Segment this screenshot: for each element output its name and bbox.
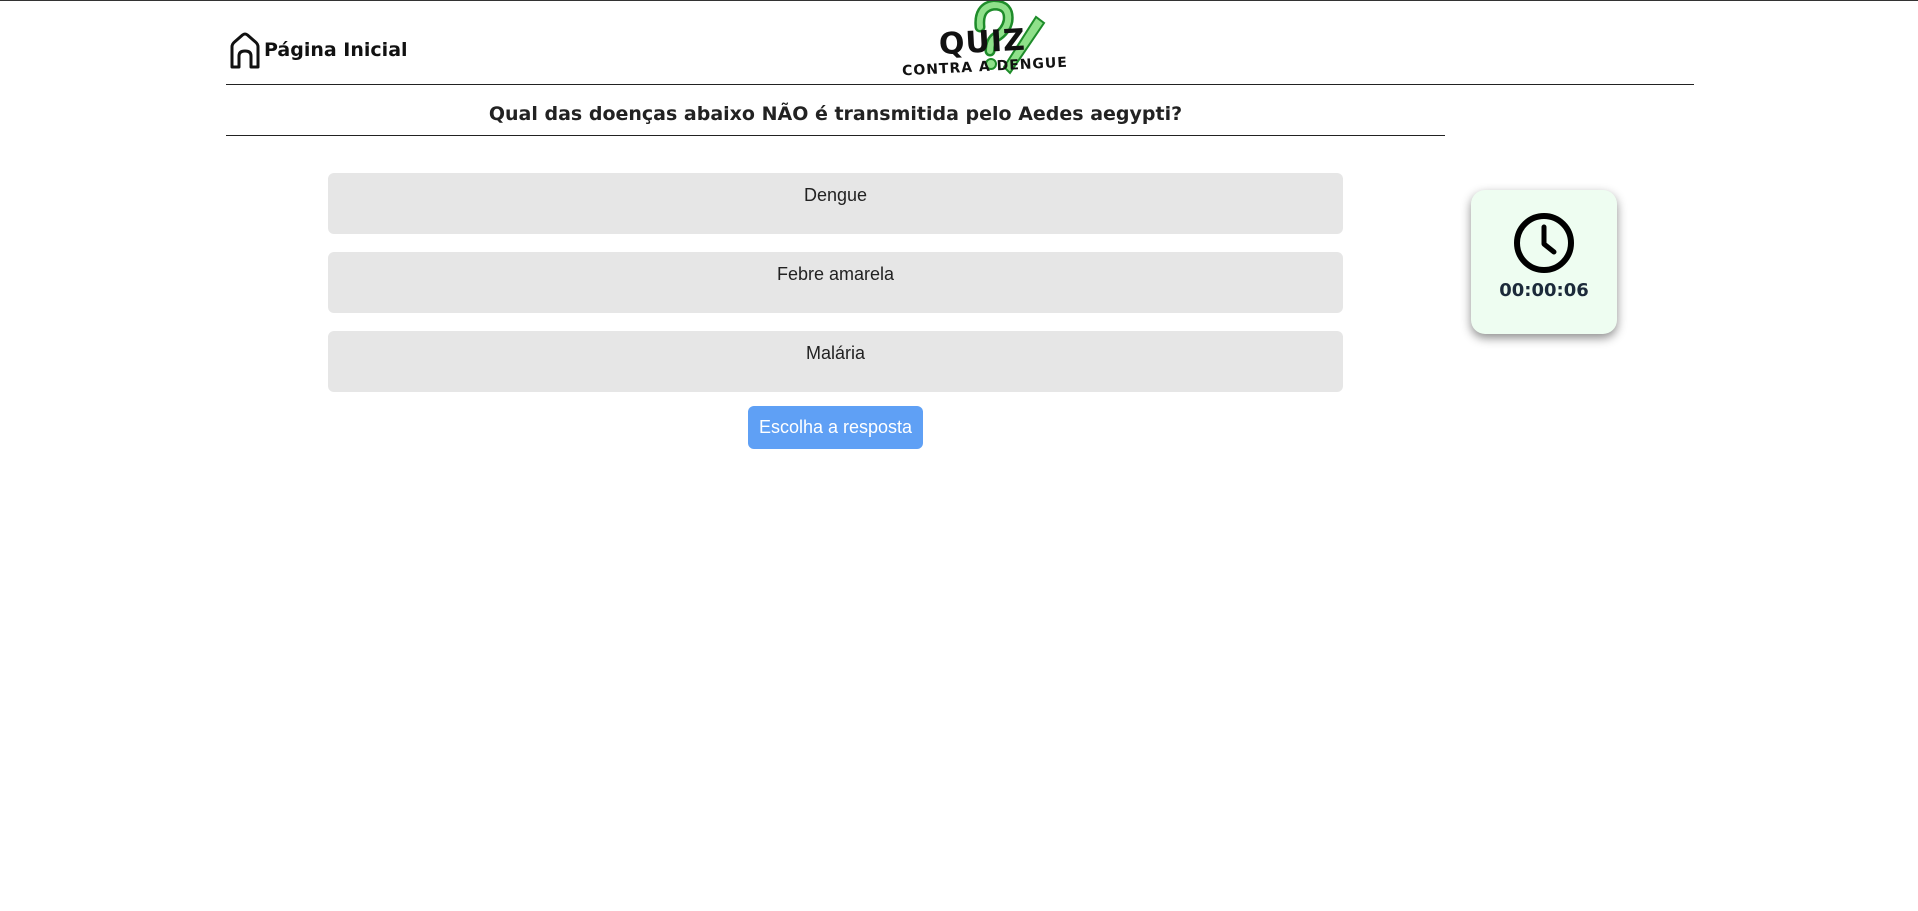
home-label: Página Inicial <box>264 39 408 61</box>
submit-answer-button[interactable]: Escolha a resposta <box>748 406 923 449</box>
question-text: Qual das doenças abaixo NÃO é transmitid… <box>488 103 1183 125</box>
home-icon <box>228 31 262 69</box>
answer-options: Dengue Febre amarela Malária <box>328 173 1343 410</box>
question-bar: Qual das doenças abaixo NÃO é transmitid… <box>226 93 1445 136</box>
timer-card: 00:00:06 <box>1471 190 1617 334</box>
logo-quiz-text: QUIZ <box>938 22 1027 63</box>
quiz-logo: QUIZ CONTRA A DENGUE <box>876 1 1068 83</box>
timer-value: 00:00:06 <box>1499 280 1589 301</box>
answer-option-febre-amarela[interactable]: Febre amarela <box>328 252 1343 313</box>
submit-area: Escolha a resposta <box>748 406 923 449</box>
answer-option-malaria[interactable]: Malária <box>328 331 1343 392</box>
clock-icon <box>1514 213 1574 273</box>
header: Página Inicial QUIZ CONTRA A DENGUE <box>226 1 1694 85</box>
answer-option-dengue[interactable]: Dengue <box>328 173 1343 234</box>
quiz-page: Página Inicial QUIZ CONTRA A DENGUE Qual… <box>0 0 1918 911</box>
home-link[interactable]: Página Inicial <box>228 31 408 69</box>
